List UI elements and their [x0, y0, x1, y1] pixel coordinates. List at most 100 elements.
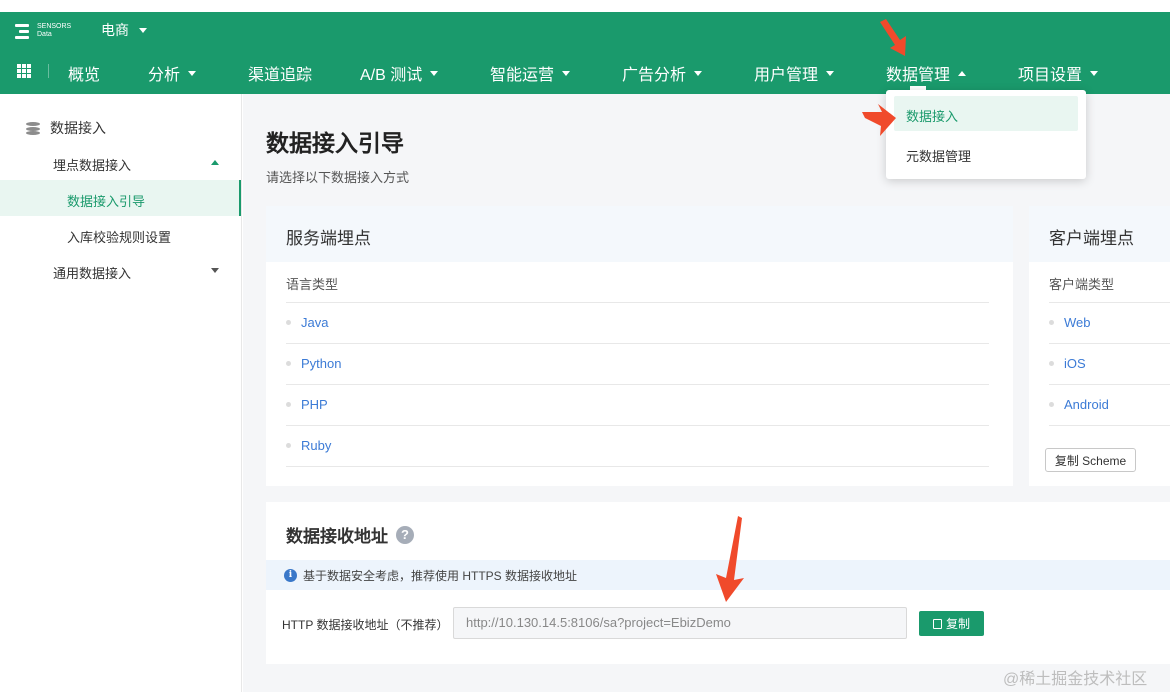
sidebar-title-label: 数据接入: [50, 120, 106, 136]
nav-label: 广告分析: [622, 67, 687, 84]
sidebar-group-label: 埋点数据接入: [53, 158, 132, 173]
button-label: 复制: [945, 617, 970, 631]
nav-item-analysis[interactable]: 分析: [148, 61, 197, 85]
page-subtitle: 请选择以下数据接入方式: [266, 170, 410, 185]
sidebar-group-general-data-access[interactable]: 通用数据接入: [53, 263, 131, 282]
card-title: 服务端埋点: [286, 229, 371, 248]
client-type-label: 客户端类型: [1049, 277, 1115, 292]
nav-label: 数据管理: [886, 67, 951, 84]
link-label: PHP: [301, 397, 328, 412]
bullet-icon: [286, 443, 291, 448]
client-link-web[interactable]: Web: [1049, 315, 1091, 330]
nav-label: 渠道追踪: [248, 67, 313, 84]
chevron-down-icon: [1090, 70, 1099, 76]
section-title: 数据接收地址: [286, 527, 388, 546]
copy-address-button[interactable]: 复制: [919, 611, 984, 636]
client-link-ios[interactable]: iOS: [1049, 356, 1086, 371]
nav-label: 智能运营: [490, 67, 555, 84]
bullet-icon: [1049, 402, 1054, 407]
language-link-python[interactable]: Python: [286, 356, 341, 371]
sidebar-item-label: 数据接入引导: [67, 194, 146, 209]
sidebar-group-tracking-data-access[interactable]: 埋点数据接入: [53, 155, 131, 174]
nav-item-smart-operations[interactable]: 智能运营: [490, 61, 571, 85]
bullet-icon: [286, 320, 291, 325]
sidebar-title[interactable]: 数据接入: [26, 118, 106, 138]
copy-scheme-button[interactable]: 复制 Scheme: [1045, 448, 1136, 472]
page-title: 数据接入引导: [266, 130, 404, 156]
bullet-icon: [1049, 320, 1054, 325]
language-link-ruby[interactable]: Ruby: [286, 438, 331, 453]
sidebar-item-validation-rules[interactable]: 入库校验规则设置: [67, 227, 171, 246]
link-label: Ruby: [301, 438, 332, 453]
divider: [286, 302, 989, 303]
project-selector[interactable]: 电商: [101, 20, 147, 40]
top-navigation-bar: SENSORS Data 电商 概览 分析 渠道追踪 A/B 测试 智能运营 广…: [0, 12, 1170, 94]
notice-text: 基于数据安全考虑，推荐使用 HTTPS 数据接收地址: [303, 568, 578, 583]
chevron-up-icon[interactable]: [211, 160, 219, 165]
link-label: Python: [301, 356, 342, 371]
bullet-icon: [286, 402, 291, 407]
link-label: Java: [301, 315, 329, 330]
divider: [1049, 384, 1170, 385]
project-name: 电商: [101, 22, 129, 38]
link-label: iOS: [1064, 356, 1086, 371]
chevron-down-icon: [826, 70, 835, 76]
divider: [1049, 425, 1170, 426]
annotation-arrow-icon: [716, 516, 744, 602]
link-label: Android: [1064, 397, 1109, 412]
nav-item-ab-test[interactable]: A/B 测试: [360, 61, 439, 85]
link-label: Web: [1064, 315, 1091, 330]
nav-label: 分析: [148, 67, 181, 84]
language-link-php[interactable]: PHP: [286, 397, 328, 412]
sensors-data-logo[interactable]: SENSORS Data: [15, 20, 75, 42]
card-title: 客户端埋点: [1049, 229, 1134, 248]
copy-icon: [932, 618, 942, 629]
info-icon: i: [284, 568, 297, 582]
divider: [286, 343, 989, 344]
data-management-dropdown: 数据接入 元数据管理: [886, 90, 1086, 179]
chevron-down-icon: [139, 27, 147, 33]
watermark: @稀土掘金技术社区: [1003, 671, 1148, 688]
sidebar-item-access-guide[interactable]: 数据接入引导: [67, 191, 145, 210]
nav-item-data-management[interactable]: 数据管理: [886, 61, 967, 85]
http-address-field[interactable]: http://10.130.14.5:8106/sa?project=EbizD…: [453, 607, 907, 639]
server-tracking-card: 服务端埋点: [266, 206, 1013, 486]
nav-label: 概览: [68, 67, 101, 84]
divider: [286, 466, 989, 467]
divider: [1049, 302, 1170, 303]
logo-mark-icon: [15, 22, 33, 40]
nav-item-overview[interactable]: 概览: [68, 61, 100, 85]
annotation-arrow-icon: [862, 104, 896, 136]
nav-item-channel-tracking[interactable]: 渠道追踪: [248, 61, 312, 85]
nav-item-user-management[interactable]: 用户管理: [754, 61, 835, 85]
apps-grid-icon[interactable]: [17, 64, 31, 78]
client-link-android[interactable]: Android: [1049, 397, 1109, 412]
logo-text: SENSORS Data: [37, 23, 72, 38]
sidebar-item-label: 入库校验规则设置: [67, 230, 172, 245]
help-icon[interactable]: ?: [396, 525, 414, 544]
chevron-down-icon: [430, 70, 439, 76]
sidebar-group-label: 通用数据接入: [53, 266, 132, 281]
bullet-icon: [1049, 361, 1054, 366]
nav-item-ad-analysis[interactable]: 广告分析: [622, 61, 703, 85]
database-icon: [26, 121, 40, 135]
nav-divider: [48, 64, 49, 78]
card-header: 服务端埋点: [266, 206, 1013, 262]
divider: [1049, 343, 1170, 344]
nav-label: 用户管理: [754, 67, 819, 84]
sidebar: 数据接入 埋点数据接入 数据接入引导 入库校验规则设置 通用数据接入: [0, 94, 242, 692]
chevron-down-icon[interactable]: [211, 268, 219, 273]
divider: [286, 425, 989, 426]
chevron-down-icon: [562, 70, 571, 76]
http-address-label: HTTP 数据接收地址（不推荐）: [282, 618, 449, 632]
client-tracking-card: 客户端埋点: [1029, 206, 1170, 486]
language-link-java[interactable]: Java: [286, 315, 328, 330]
chevron-down-icon: [694, 70, 703, 76]
dropdown-item-metadata-management[interactable]: 元数据管理: [906, 146, 971, 165]
divider: [286, 384, 989, 385]
bullet-icon: [286, 361, 291, 366]
nav-item-project-settings[interactable]: 项目设置: [1018, 61, 1099, 85]
card-header: 客户端埋点: [1029, 206, 1170, 262]
nav-label: A/B 测试: [360, 67, 423, 84]
dropdown-item-data-access[interactable]: 数据接入: [906, 106, 958, 125]
